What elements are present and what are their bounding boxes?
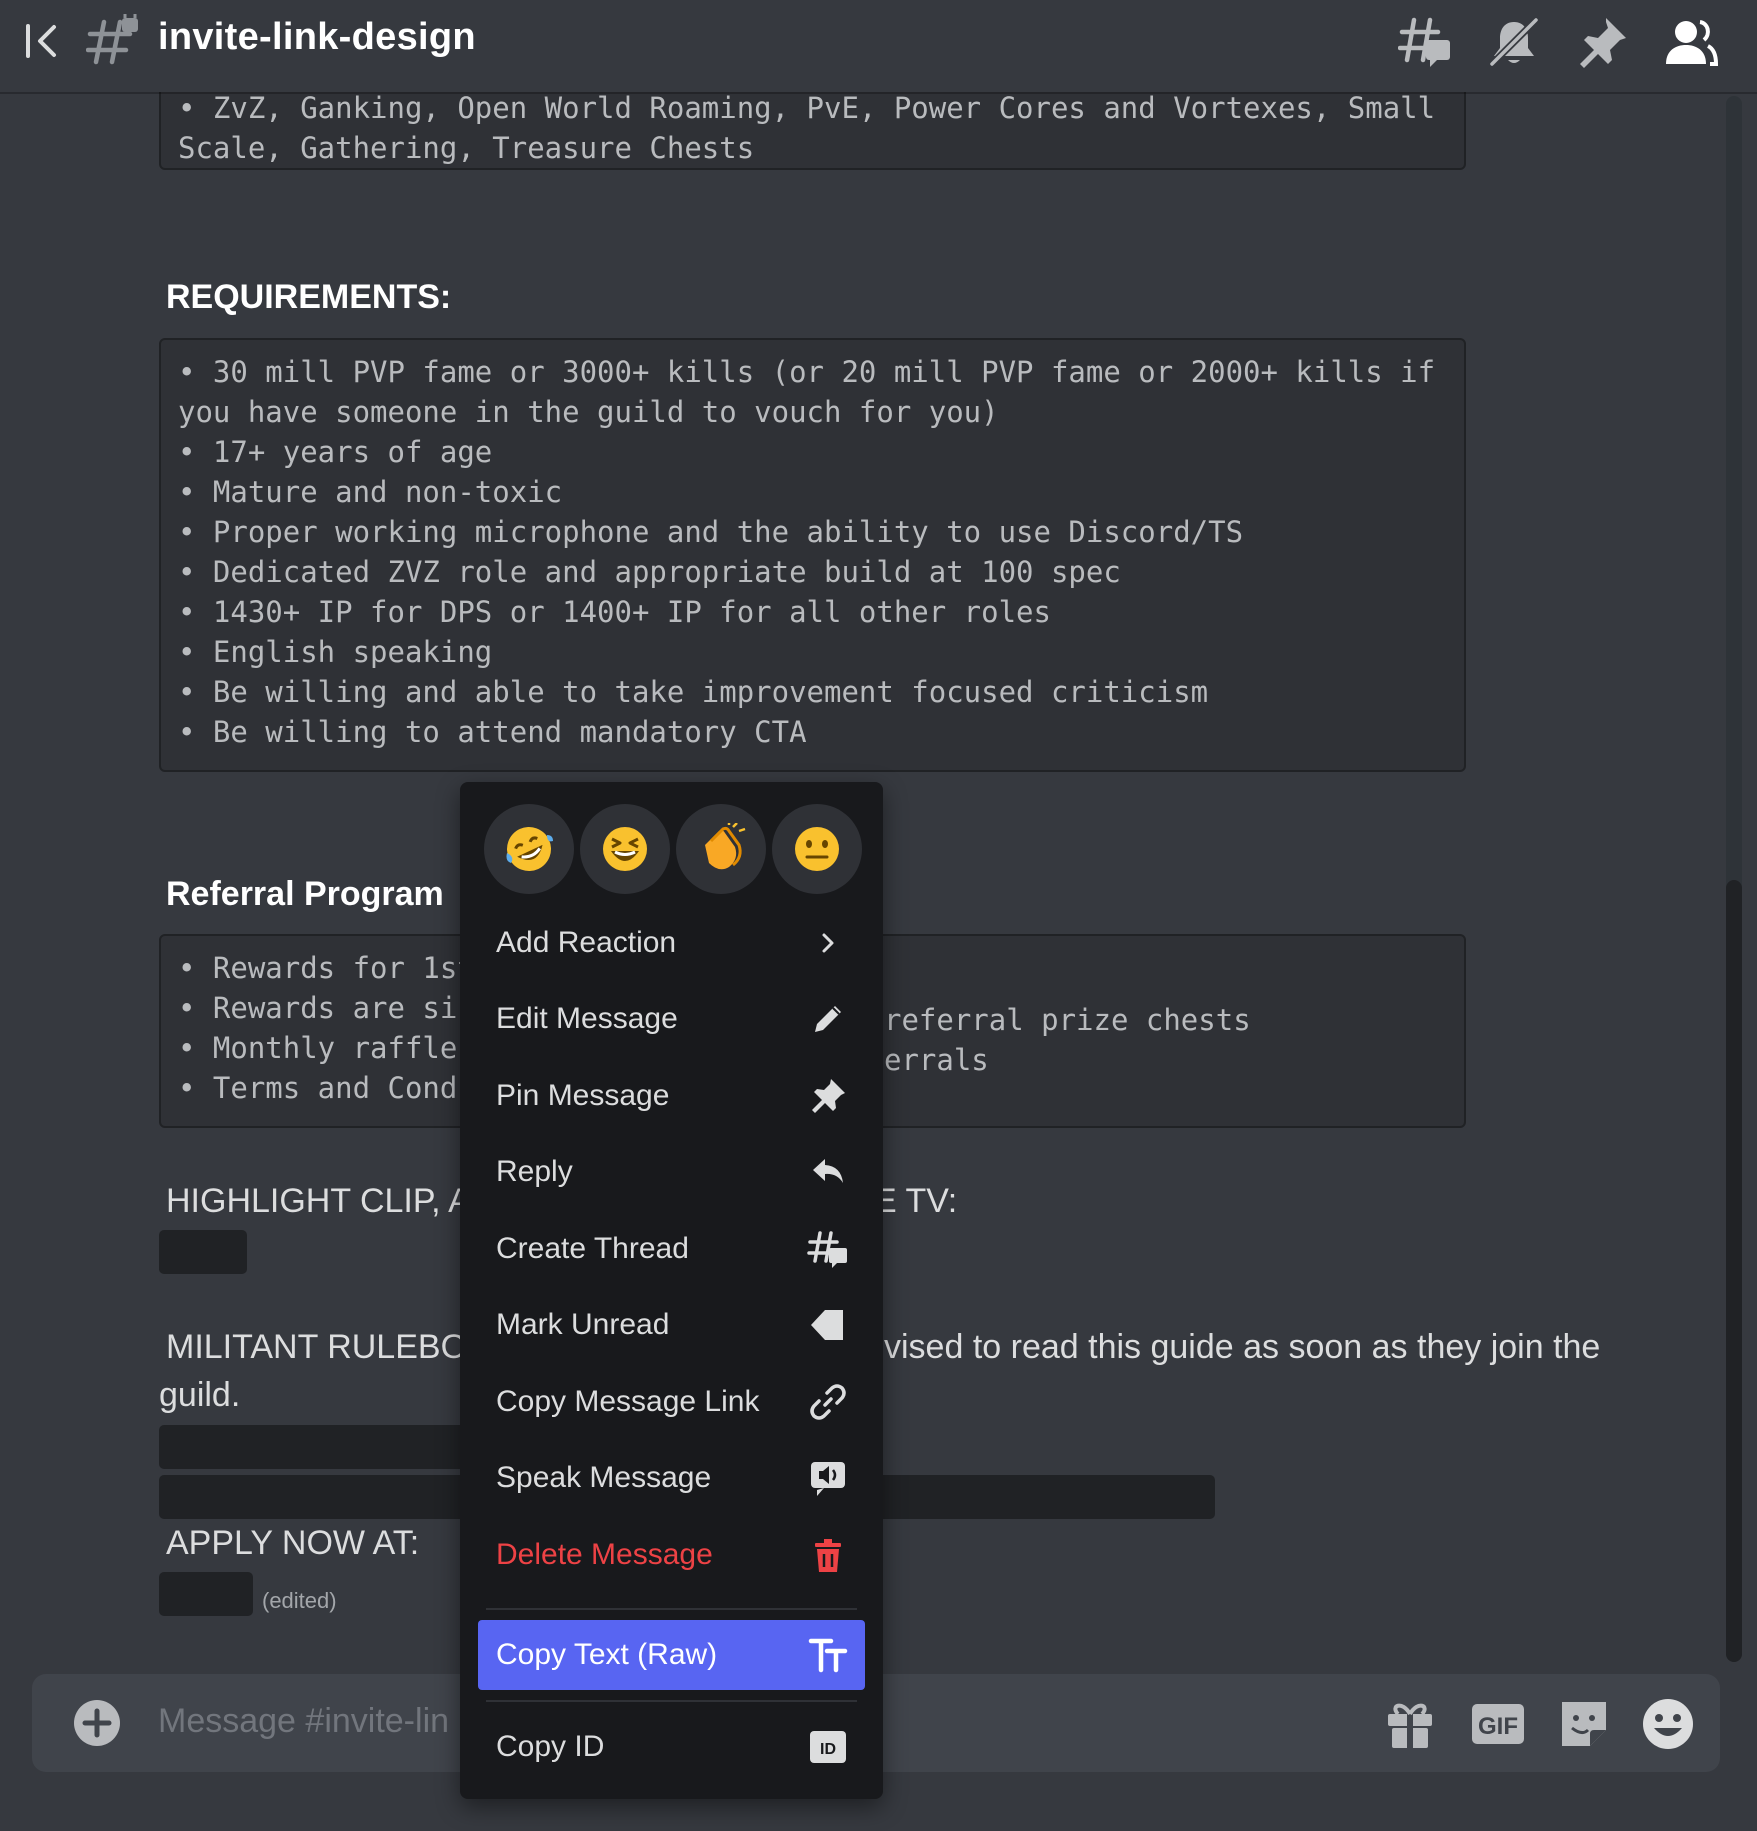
menu-item-label: Mark Unread [496,1308,670,1341]
laughing-emoji-icon [603,827,647,871]
redacted-link[interactable] [159,1425,469,1469]
menu-item-add-reaction[interactable]: Add Reaction [478,908,865,978]
link-icon [810,1384,846,1420]
menu-item-label: Copy Text (Raw) [496,1638,718,1671]
menu-item-label: Delete Message [496,1538,713,1571]
menu-separator [486,1608,857,1610]
quick-reaction-clap[interactable] [676,804,766,894]
code-line: • ZvZ, Ganking, Open World Roaming, PvE,… [178,92,1436,125]
code-line: • Dedicated ZVZ role and appropriate bui… [178,555,1121,589]
menu-item-pin-message[interactable]: Pin Message [478,1061,865,1131]
menu-separator [486,1700,857,1702]
menu-item-copy-id[interactable]: Copy ID ID [478,1712,865,1782]
highlight-clip-label-right: E TV: [874,1182,958,1220]
menu-item-reply[interactable]: Reply [478,1137,865,1207]
menu-item-delete-message[interactable]: Delete Message [478,1520,865,1590]
menu-item-label: Reply [496,1155,573,1188]
rulebook-label: MILITANT RULEBO [166,1328,468,1366]
emoji-picker-icon[interactable] [1640,1696,1696,1752]
redacted-link[interactable] [159,1230,247,1274]
menu-item-edit-message[interactable]: Edit Message [478,984,865,1054]
mark-unread-icon [811,1310,843,1340]
rofl-emoji-icon [506,827,553,871]
menu-item-label: Pin Message [496,1079,670,1112]
code-line: errals [884,1043,989,1077]
speak-icon [811,1462,845,1496]
rulebook-text-right: vised to read this guide as soon as they… [884,1328,1601,1366]
threads-icon[interactable] [1398,14,1454,70]
code-line: referral prize chests [884,1003,1251,1037]
clap-emoji-icon [705,823,746,870]
pin-icon [812,1079,845,1113]
code-line: • Be willing to attend mandatory CTA [178,715,807,749]
svg-text:ID: ID [820,1741,836,1758]
message-input[interactable]: Message #invite-lin [158,1702,449,1741]
menu-item-mark-unread[interactable]: Mark Unread [478,1290,865,1360]
gif-icon[interactable]: GIF [1470,1696,1526,1752]
footer-strip [0,1808,1757,1831]
code-line: • Be willing and able to take improvemen… [178,675,1209,709]
scrollbar-thumb[interactable] [1726,880,1742,1662]
pencil-icon [815,1006,841,1032]
text-icon [808,1638,848,1673]
sticker-icon[interactable] [1556,1696,1612,1752]
quick-reaction-rofl[interactable] [484,804,574,894]
menu-item-speak-message[interactable]: Speak Message [478,1443,865,1513]
referral-heading: Referral Program [166,875,444,913]
quick-reaction-neutral[interactable] [772,804,862,894]
quick-reactions [484,804,862,894]
menu-item-label: Copy Message Link [496,1385,760,1418]
menu-item-label: Create Thread [496,1232,689,1265]
requirements-heading: REQUIREMENTS: [166,278,452,316]
chevron-right-icon [822,933,834,953]
menu-item-copy-text-raw[interactable]: Copy Text (Raw) [478,1620,865,1690]
redacted-link[interactable] [159,1572,253,1616]
referral-codeblock-right: referral prize chests errals [884,1000,1284,1084]
thread-icon [807,1231,847,1268]
code-line: • 1430+ IP for DPS or 1400+ IP for all o… [178,595,1051,629]
id-icon: ID [810,1731,846,1763]
add-attachment-icon[interactable] [72,1698,122,1748]
collapse-sidebar-icon[interactable] [20,18,66,64]
channel-hash-icon [86,14,138,65]
code-line: Scale, Gathering, Treasure Chests [178,131,755,165]
requirements-codeblock: • 30 mill PVP fame or 3000+ kills (or 20… [159,338,1466,772]
code-line: • 30 mill PVP fame or 3000+ kills (or 20… [178,355,1436,389]
menu-item-label: Add Reaction [496,926,677,959]
menu-item-label: Edit Message [496,1002,678,1035]
menu-item-label: Copy ID [496,1730,605,1763]
code-line: • Proper working microphone and the abil… [178,515,1244,549]
highlight-clip-label: HIGHLIGHT CLIP, A [166,1182,471,1220]
edited-marker: (edited) [262,1588,337,1613]
trash-icon [815,1539,841,1572]
code-line: • English speaking [178,635,493,669]
channel-header: invite-link-design [0,0,1757,92]
member-list-icon[interactable] [1662,14,1718,70]
quick-reaction-laughing[interactable] [580,804,670,894]
code-line: • 17+ years of age [178,435,493,469]
message-context-menu: Add Reaction Edit Message Pin Message Re… [460,782,883,1799]
muted-notifications-icon[interactable] [1486,14,1542,70]
menu-item-label: Speak Message [496,1461,712,1494]
activities-codeblock: • ZvZ, Ganking, Open World Roaming, PvE,… [159,92,1466,170]
code-line: • Mature and non-toxic [178,475,563,509]
gift-icon[interactable] [1382,1696,1438,1752]
svg-text:GIF: GIF [1478,1713,1518,1740]
code-line: you have someone in the guild to vouch f… [178,395,999,429]
channel-title: invite-link-design [158,16,476,58]
pinned-messages-icon[interactable] [1574,14,1630,70]
neutral-face-emoji-icon [795,827,839,871]
reply-icon [813,1159,843,1183]
menu-item-copy-message-link[interactable]: Copy Message Link [478,1367,865,1437]
menu-item-create-thread[interactable]: Create Thread [478,1214,865,1284]
apply-now-label: APPLY NOW AT: [166,1524,420,1562]
rulebook-text-line2: guild. [159,1376,241,1414]
